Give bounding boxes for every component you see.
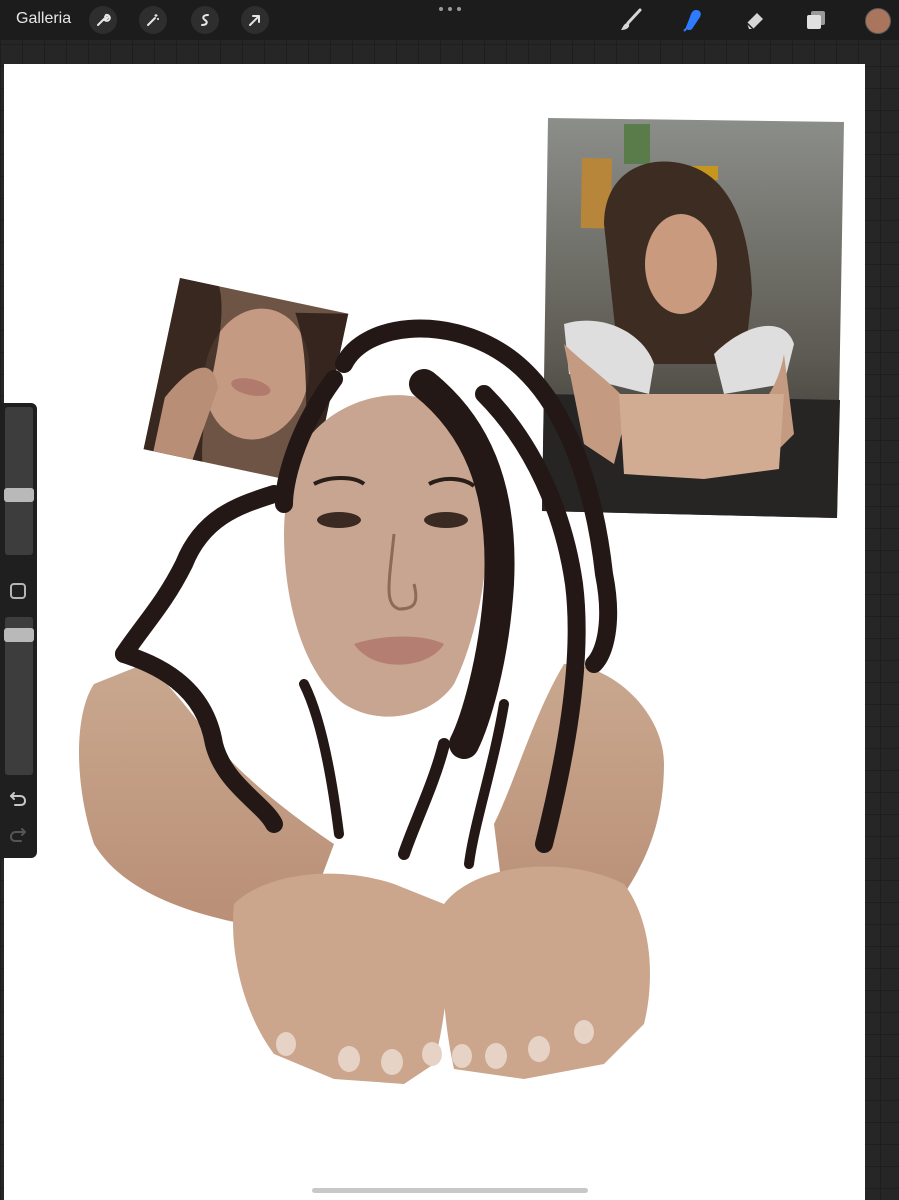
- top-toolbar: Galleria: [0, 0, 899, 40]
- modify-square-icon[interactable]: [10, 583, 26, 599]
- layers-icon[interactable]: [800, 4, 832, 36]
- gallery-button[interactable]: Galleria: [16, 10, 71, 28]
- opacity-thumb[interactable]: [4, 628, 34, 642]
- brush-icon[interactable]: [615, 4, 647, 36]
- wrench-icon[interactable]: [89, 6, 117, 34]
- canvas-artwork: [79, 118, 844, 1084]
- brush-size-slider[interactable]: [5, 407, 33, 555]
- magic-wand-icon[interactable]: [139, 6, 167, 34]
- drawing-canvas[interactable]: [4, 64, 865, 1200]
- transform-arrow-icon[interactable]: [241, 6, 269, 34]
- brush-size-thumb[interactable]: [4, 488, 34, 502]
- selection-icon[interactable]: [191, 6, 219, 34]
- smudge-icon[interactable]: [677, 4, 709, 36]
- undo-icon[interactable]: [8, 789, 28, 809]
- color-picker-button[interactable]: [865, 8, 891, 34]
- more-options-icon[interactable]: [439, 2, 461, 16]
- redo-icon[interactable]: [8, 825, 28, 845]
- painting-hands: [233, 866, 650, 1084]
- home-indicator: [312, 1188, 588, 1193]
- left-sidebar: [0, 403, 37, 858]
- eraser-icon[interactable]: [738, 4, 770, 36]
